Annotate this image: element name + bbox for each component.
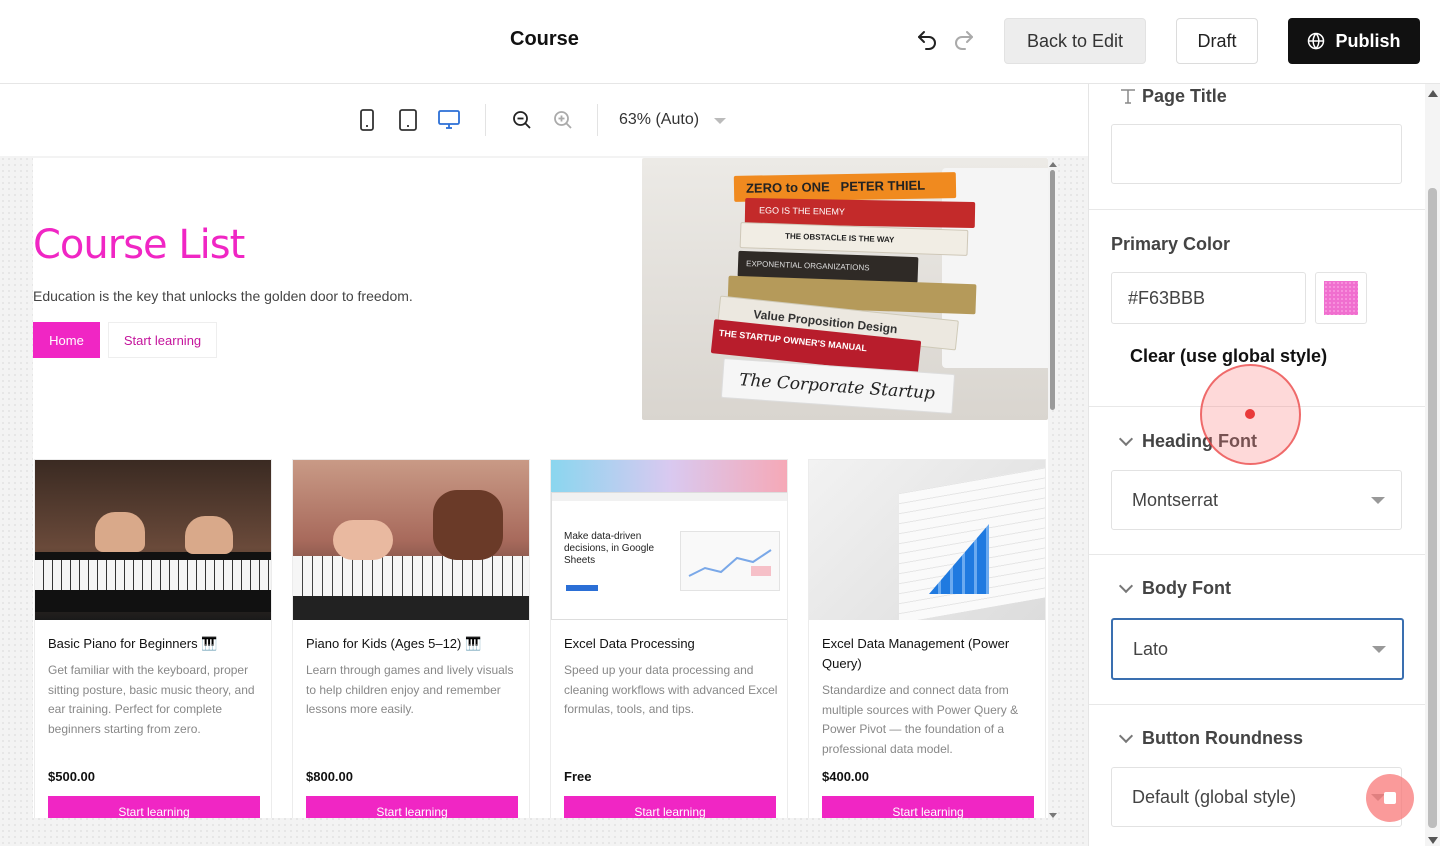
text-icon bbox=[1121, 89, 1135, 104]
button-roundness-label[interactable]: Button Roundness bbox=[1142, 728, 1303, 749]
scroll-up-icon[interactable] bbox=[1049, 162, 1057, 167]
zoom-level-select[interactable]: 63% (Auto) bbox=[619, 111, 699, 129]
scroll-down-icon[interactable] bbox=[1049, 813, 1057, 818]
piano-body bbox=[293, 596, 529, 620]
document-title: Course bbox=[510, 28, 579, 50]
spreadsheet-image[interactable] bbox=[809, 460, 1045, 620]
left-hand bbox=[95, 512, 145, 552]
color-swatch-fill bbox=[1324, 281, 1358, 315]
google-sheets-image[interactable]: Make data-driven decisions, in Google Sh… bbox=[551, 460, 787, 620]
start-learning-button[interactable]: Start learning bbox=[48, 796, 260, 818]
panel-scrollbar[interactable] bbox=[1425, 84, 1440, 846]
view-toolbar: 63% (Auto) bbox=[0, 84, 1088, 156]
course-card[interactable]: Piano for Kids (Ages 5–12) 🎹 Learn throu… bbox=[292, 459, 530, 818]
scroll-thumb[interactable] bbox=[1050, 170, 1055, 410]
zoom-out-icon[interactable] bbox=[510, 108, 534, 132]
course-description: Learn through games and lively visuals t… bbox=[306, 663, 514, 716]
course-title[interactable]: Excel Data Processing bbox=[564, 634, 779, 654]
stop-icon bbox=[1384, 792, 1396, 804]
page-title-section: Page Title bbox=[1089, 84, 1425, 210]
heading-font-select[interactable]: Montserrat bbox=[1111, 470, 1402, 530]
body-font-label[interactable]: Body Font bbox=[1142, 578, 1231, 599]
sheets-headline: Make data-driven decisions, in Google Sh… bbox=[564, 531, 655, 566]
hero-subtitle[interactable]: Education is the key that unlocks the go… bbox=[33, 288, 413, 304]
page-title-input[interactable] bbox=[1111, 124, 1402, 184]
page-preview: Course List Education is the key that un… bbox=[33, 158, 1048, 818]
chevron-down-icon[interactable] bbox=[1118, 728, 1134, 744]
button-roundness-section: Button Roundness Default (global style) bbox=[1089, 705, 1425, 846]
top-bar: Course Back to Edit Draft Publish bbox=[0, 0, 1440, 84]
chevron-down-icon[interactable] bbox=[1118, 431, 1134, 447]
child-hand bbox=[333, 520, 393, 560]
chevron-down-icon[interactable] bbox=[1118, 578, 1134, 594]
chevron-down-icon bbox=[1372, 646, 1386, 653]
book-spine: The Corporate Startup bbox=[720, 357, 956, 415]
course-price: $800.00 bbox=[306, 769, 353, 784]
piano-hands-image[interactable] bbox=[35, 460, 271, 620]
redo-icon[interactable] bbox=[950, 26, 978, 54]
primary-color-label: Primary Color bbox=[1111, 234, 1231, 254]
chevron-down-icon bbox=[1371, 497, 1385, 504]
course-card[interactable]: Excel Data Management (Power Query) Stan… bbox=[808, 459, 1046, 818]
zoom-in-icon[interactable] bbox=[551, 108, 575, 132]
clear-color-link[interactable]: Clear (use global style) bbox=[1130, 346, 1327, 367]
publish-label: Publish bbox=[1335, 30, 1401, 51]
right-hand bbox=[185, 516, 233, 554]
kids-piano-image[interactable] bbox=[293, 460, 529, 620]
scroll-down-icon[interactable] bbox=[1428, 837, 1438, 844]
undo-icon[interactable] bbox=[913, 26, 941, 54]
publish-button[interactable]: Publish bbox=[1288, 18, 1420, 64]
course-card[interactable]: Make data-driven decisions, in Google Sh… bbox=[550, 459, 788, 818]
hero-books-image[interactable]: ZERO to ONE PETER THIEL EGO IS THE ENEMY… bbox=[642, 158, 1048, 420]
piano-keys bbox=[35, 560, 271, 590]
course-price: $400.00 bbox=[822, 769, 869, 784]
start-learning-button[interactable]: Start learning bbox=[108, 322, 217, 358]
piano-keys bbox=[293, 556, 529, 596]
start-learning-button[interactable]: Start learning bbox=[306, 796, 518, 818]
desktop-view-icon[interactable] bbox=[437, 108, 461, 132]
record-stop-button[interactable] bbox=[1366, 774, 1414, 822]
globe-icon bbox=[1308, 32, 1325, 50]
course-list: Basic Piano for Beginners 🎹 Get familiar… bbox=[33, 459, 1048, 818]
course-title[interactable]: Piano for Kids (Ages 5–12) 🎹 bbox=[306, 634, 521, 654]
browser-window: Make data-driven decisions, in Google Sh… bbox=[551, 492, 787, 620]
draft-button[interactable]: Draft bbox=[1176, 18, 1258, 64]
page-title-label: Page Title bbox=[1142, 86, 1227, 106]
background-monitor bbox=[942, 168, 1048, 368]
start-learning-button[interactable]: Start learning bbox=[564, 796, 776, 818]
primary-color-input[interactable]: #F63BBB bbox=[1111, 272, 1306, 324]
body-font-select[interactable]: Lato bbox=[1111, 618, 1404, 680]
sheets-preview bbox=[680, 531, 780, 591]
canvas-area: 63% (Auto) Course List Education is the … bbox=[0, 84, 1088, 846]
course-title[interactable]: Basic Piano for Beginners 🎹 bbox=[48, 634, 263, 654]
adult-hand bbox=[433, 490, 503, 560]
course-title[interactable]: Excel Data Management (Power Query) bbox=[822, 634, 1037, 674]
body-font-section: Body Font Lato bbox=[1089, 555, 1425, 705]
cursor-dot bbox=[1245, 409, 1255, 419]
course-description: Speed up your data processing and cleani… bbox=[564, 663, 778, 716]
scroll-thumb[interactable] bbox=[1428, 188, 1437, 828]
course-description: Standardize and connect data from multip… bbox=[822, 683, 1019, 756]
button-roundness-select[interactable]: Default (global style) bbox=[1111, 767, 1402, 827]
toolbar-divider bbox=[597, 104, 598, 136]
tablet-view-icon[interactable] bbox=[396, 108, 420, 132]
toolbar-divider bbox=[485, 104, 486, 136]
back-to-edit-button[interactable]: Back to Edit bbox=[1004, 18, 1146, 64]
browser-bar bbox=[552, 493, 787, 501]
course-price: $500.00 bbox=[48, 769, 95, 784]
home-button[interactable]: Home bbox=[33, 322, 100, 358]
course-card[interactable]: Basic Piano for Beginners 🎹 Get familiar… bbox=[34, 459, 272, 818]
chevron-down-icon[interactable] bbox=[714, 118, 726, 124]
sheets-cta bbox=[566, 585, 598, 591]
course-description: Get familiar with the keyboard, proper s… bbox=[48, 663, 255, 736]
scroll-up-icon[interactable] bbox=[1428, 90, 1438, 97]
mobile-view-icon[interactable] bbox=[355, 108, 379, 132]
settings-panel: Page Title Primary Color #F63BBB Clear (… bbox=[1088, 84, 1440, 846]
hero-title[interactable]: Course List bbox=[33, 222, 245, 268]
course-price: Free bbox=[564, 769, 592, 784]
color-swatch[interactable] bbox=[1315, 272, 1367, 324]
canvas-scrollbar[interactable] bbox=[1048, 160, 1058, 820]
start-learning-button[interactable]: Start learning bbox=[822, 796, 1034, 818]
